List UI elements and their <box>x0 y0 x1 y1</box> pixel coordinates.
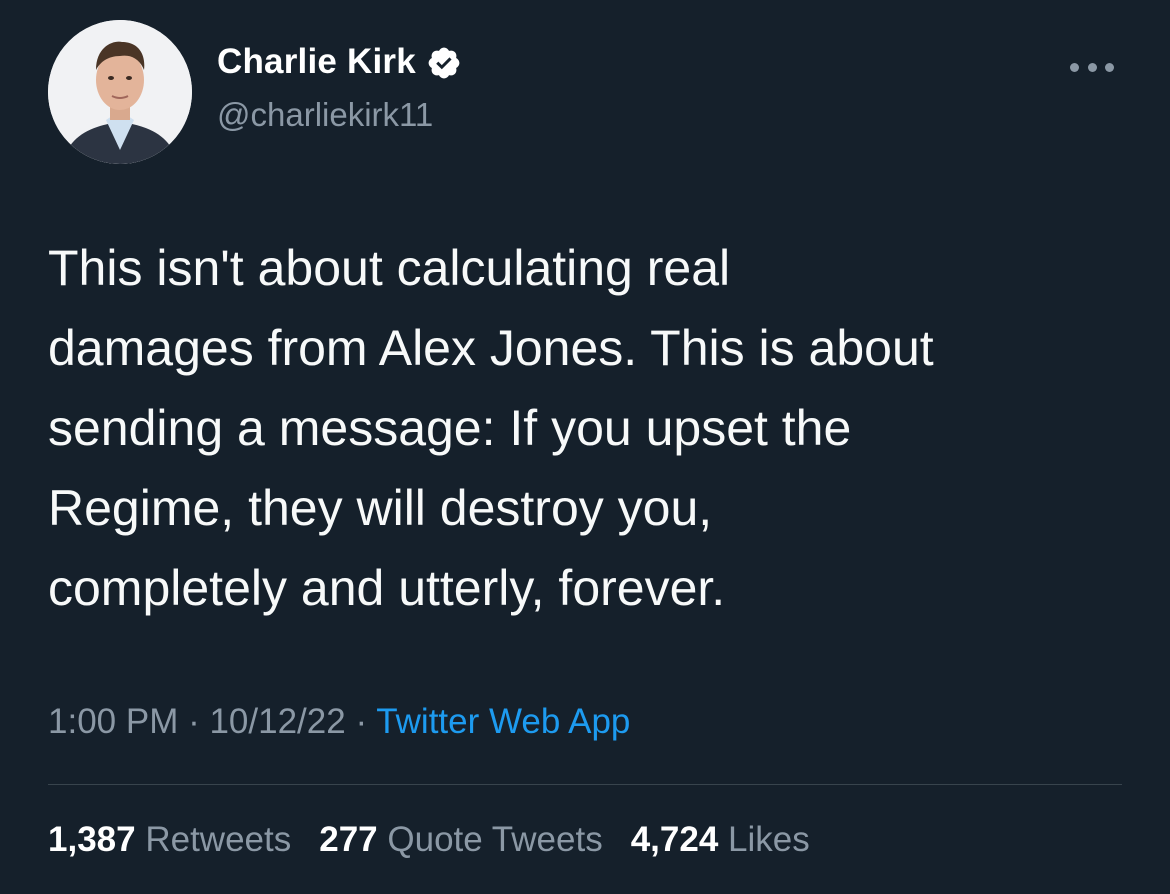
separator: · <box>178 702 210 741</box>
likes-stat[interactable]: 4,724 Likes <box>631 820 810 860</box>
likes-label: Likes <box>728 820 810 859</box>
dot-icon <box>1070 62 1079 72</box>
avatar[interactable] <box>48 20 192 164</box>
profile-photo <box>48 20 192 164</box>
likes-count: 4,724 <box>630 820 719 859</box>
dot-icon <box>1105 62 1114 72</box>
tweet-text: This isn't about calculating real damage… <box>48 240 934 616</box>
retweets-label: Retweets <box>145 820 292 859</box>
quote-tweets-label: Quote Tweets <box>387 820 603 859</box>
author-handle[interactable]: @charliekirk11 <box>217 96 433 134</box>
more-options-icon[interactable] <box>1066 52 1118 82</box>
quote-tweets-stat[interactable]: 277 Quote Tweets <box>319 820 602 860</box>
tweet-time[interactable]: 1:00 PM <box>48 702 178 741</box>
retweets-stat[interactable]: 1,387 Retweets <box>48 820 291 860</box>
author-display-name[interactable]: Charlie Kirk <box>217 42 416 82</box>
quote-tweets-count: 277 <box>319 820 378 859</box>
divider <box>48 784 1122 785</box>
verified-badge-icon <box>426 45 462 81</box>
tweet-meta: 1:00 PM · 10/12/22 · Twitter Web App <box>48 702 630 742</box>
engagement-stats: 1,387 Retweets 277 Quote Tweets 4,724 Li… <box>48 820 810 860</box>
tweet-date[interactable]: 10/12/22 <box>209 702 345 741</box>
tweet-source-link[interactable]: Twitter Web App <box>376 702 630 741</box>
author-name-row: Charlie Kirk <box>217 42 462 82</box>
tweet-detail: Charlie Kirk @charliekirk11 This isn't a… <box>0 0 1170 894</box>
retweets-count: 1,387 <box>48 820 136 859</box>
separator: · <box>345 702 377 741</box>
dot-icon <box>1087 62 1097 72</box>
